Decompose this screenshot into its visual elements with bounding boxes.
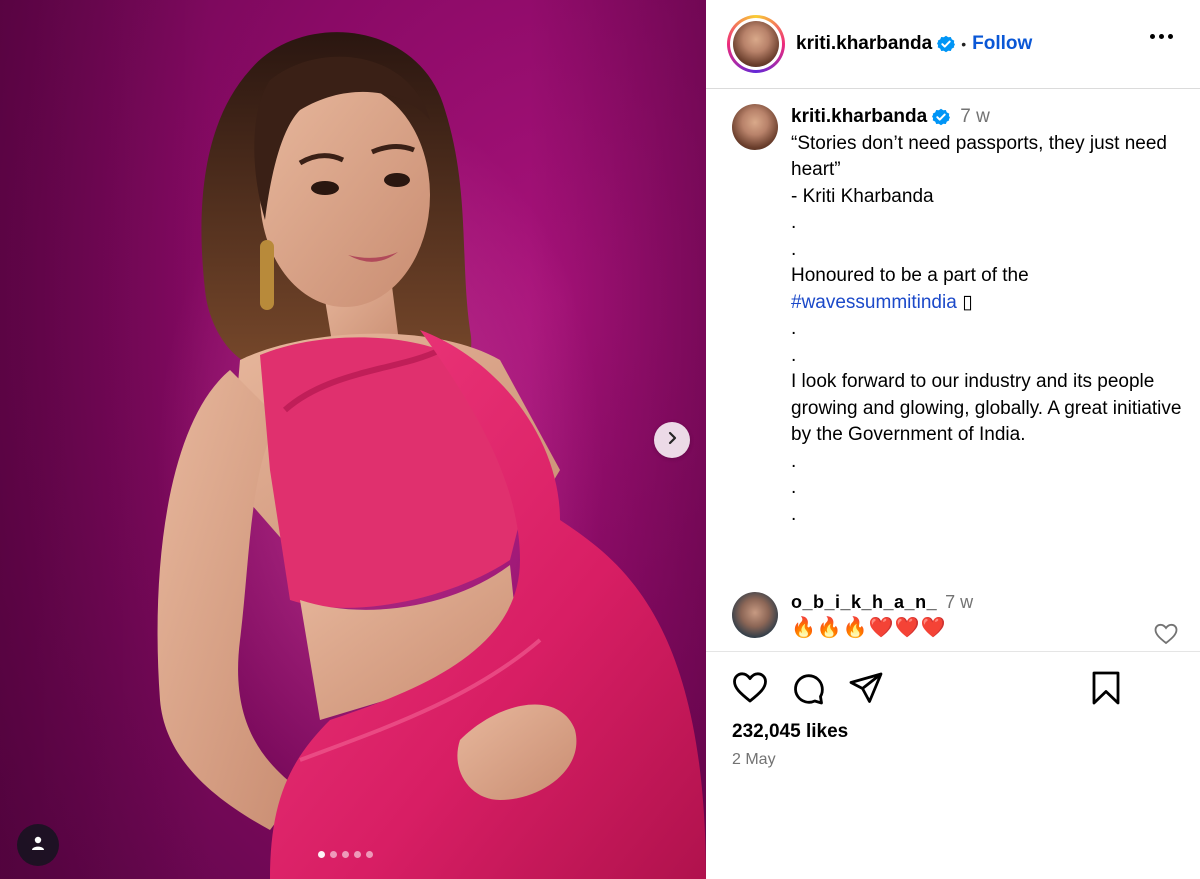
comment-item: o_b_i_k_h_a_n_ 7 w 🔥🔥🔥❤️❤️❤️ xyxy=(732,592,1182,640)
post-caption: kriti.kharbanda 7 w “Stories don’t need … xyxy=(732,104,1182,528)
caption-hashtag-line: #wavessummitindia ▯ xyxy=(791,290,1182,317)
header-username[interactable]: kriti.kharbanda xyxy=(796,33,932,55)
carousel-dot xyxy=(354,851,361,858)
caption-line: . xyxy=(791,318,797,339)
carousel-dot xyxy=(366,851,373,858)
likes-count[interactable]: 232,045 likes xyxy=(732,721,848,743)
verified-badge-icon xyxy=(932,108,951,126)
action-bar xyxy=(730,670,1186,710)
comment-timestamp[interactable]: 7 w xyxy=(945,592,973,613)
divider xyxy=(706,651,1200,652)
post-photo xyxy=(157,32,706,879)
caption-line: Honoured to be a part of the xyxy=(791,265,1029,286)
post-details-panel: kriti.kharbanda • Follow kriti.kharbanda… xyxy=(706,0,1200,879)
comment-text: 🔥🔥🔥❤️❤️❤️ xyxy=(791,617,947,639)
comment-like-heart-icon[interactable] xyxy=(1154,623,1178,650)
carousel-dot xyxy=(318,851,325,858)
follow-button[interactable]: Follow xyxy=(972,33,1032,55)
carousel-indicator xyxy=(318,851,373,858)
carousel-dot xyxy=(342,851,349,858)
avatar[interactable] xyxy=(733,21,779,67)
caption-line: . xyxy=(791,238,797,260)
bookmark-icon[interactable] xyxy=(1088,670,1124,711)
caption-line: . xyxy=(791,477,797,498)
chevron-right-icon xyxy=(665,431,679,450)
caption-line: . xyxy=(791,212,797,233)
comment-username[interactable]: o_b_i_k_h_a_n_ xyxy=(791,592,937,613)
comment-icon[interactable] xyxy=(790,670,826,711)
caption-timestamp[interactable]: 7 w xyxy=(960,104,990,131)
carousel-dot xyxy=(330,851,337,858)
caption-line: - Kriti Kharbanda xyxy=(791,185,934,207)
post-media[interactable] xyxy=(0,0,706,879)
caption-line: . xyxy=(791,450,797,472)
tagged-users-button[interactable] xyxy=(17,824,59,866)
heart-icon[interactable] xyxy=(732,670,768,711)
hashtag-link[interactable]: #wavessummitindia xyxy=(791,292,957,313)
post-date[interactable]: 2 May xyxy=(732,751,776,769)
avatar[interactable] xyxy=(732,592,778,638)
hashtag-suffix: ▯ xyxy=(956,291,973,313)
caption-line: . xyxy=(791,503,797,525)
avatar[interactable] xyxy=(732,104,778,150)
caption-username[interactable]: kriti.kharbanda xyxy=(791,104,927,131)
verified-badge-icon xyxy=(937,35,956,53)
caption-line: “Stories don’t need passports, they just… xyxy=(791,132,1173,181)
caption-line: . xyxy=(791,344,797,366)
story-ring[interactable] xyxy=(727,15,785,73)
post-header: kriti.kharbanda • Follow xyxy=(706,0,1200,89)
more-options-icon[interactable] xyxy=(1150,34,1173,39)
user-icon xyxy=(30,835,46,856)
separator: • xyxy=(961,36,967,52)
next-slide-button[interactable] xyxy=(654,422,690,458)
caption-line: I look forward to our industry and its p… xyxy=(791,371,1187,445)
share-icon[interactable] xyxy=(848,670,884,711)
